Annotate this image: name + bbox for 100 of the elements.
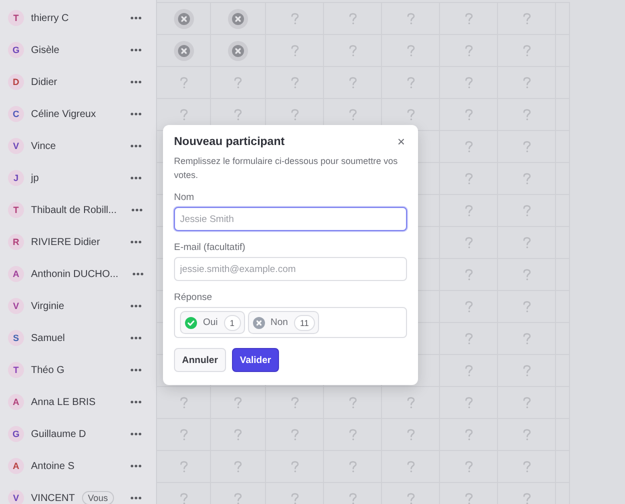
question-icon bbox=[522, 204, 530, 216]
avatar: V bbox=[8, 490, 24, 504]
question-icon bbox=[464, 300, 472, 312]
question-icon bbox=[180, 460, 188, 472]
more-icon[interactable] bbox=[130, 336, 142, 340]
more-icon[interactable] bbox=[132, 272, 144, 276]
field-label: Nom bbox=[174, 192, 196, 203]
more-icon[interactable] bbox=[130, 208, 143, 212]
more-icon[interactable] bbox=[130, 432, 142, 436]
participant-name: Gisèle bbox=[31, 44, 60, 56]
vote-count: 1 bbox=[224, 314, 241, 330]
question-icon bbox=[406, 44, 414, 56]
question-icon bbox=[464, 108, 472, 120]
no-vote-icon bbox=[174, 40, 194, 60]
participant-name: VINCENT bbox=[31, 492, 75, 504]
question-icon bbox=[464, 44, 472, 56]
question-icon bbox=[522, 396, 530, 408]
avatar: T bbox=[8, 10, 24, 26]
question-icon bbox=[180, 428, 188, 440]
dialog-description: Remplissez le formulaire ci-dessous pour soumettre vos votes. bbox=[174, 155, 399, 182]
question-icon bbox=[180, 108, 188, 120]
name-field[interactable]: Jessie Smith bbox=[174, 207, 407, 231]
question-icon bbox=[290, 460, 298, 472]
question-icon bbox=[290, 76, 298, 88]
question-icon bbox=[180, 396, 188, 408]
avatar: A bbox=[8, 394, 24, 410]
question-icon bbox=[522, 428, 530, 440]
question-icon bbox=[406, 460, 414, 472]
more-icon[interactable] bbox=[130, 496, 142, 500]
participant-name: RIVIERE Didier bbox=[31, 236, 100, 248]
question-icon bbox=[348, 108, 356, 120]
you-badge: Vous bbox=[82, 491, 114, 504]
question-icon bbox=[522, 364, 530, 376]
check-icon bbox=[185, 316, 197, 328]
question-icon bbox=[522, 12, 530, 24]
more-icon[interactable] bbox=[130, 176, 142, 180]
question-icon bbox=[464, 172, 472, 184]
question-icon bbox=[290, 428, 298, 440]
question-icon bbox=[522, 492, 530, 504]
participant-name: Vince bbox=[31, 140, 56, 152]
more-icon[interactable] bbox=[130, 304, 142, 308]
participant-name: Samuel bbox=[31, 332, 65, 344]
chip-label: Oui bbox=[203, 317, 218, 328]
question-icon bbox=[180, 76, 188, 88]
question-icon bbox=[348, 460, 356, 472]
avatar: A bbox=[8, 458, 24, 474]
email-field[interactable]: jessie.smith@example.com bbox=[174, 257, 407, 281]
more-icon[interactable] bbox=[130, 16, 142, 20]
participant-name: Didier bbox=[31, 76, 58, 88]
question-icon bbox=[348, 44, 356, 56]
question-icon bbox=[290, 492, 298, 504]
avatar: V bbox=[8, 298, 24, 314]
avatar: G bbox=[8, 426, 24, 442]
no-vote-icon bbox=[228, 8, 248, 28]
more-icon[interactable] bbox=[130, 368, 142, 372]
avatar: J bbox=[8, 170, 24, 186]
question-icon bbox=[522, 76, 530, 88]
question-icon bbox=[464, 428, 472, 440]
question-icon bbox=[290, 44, 298, 56]
avatar: T bbox=[8, 202, 24, 218]
more-icon[interactable] bbox=[130, 464, 142, 468]
question-icon bbox=[464, 140, 472, 152]
cancel-button[interactable]: Annuler bbox=[174, 348, 226, 372]
question-icon bbox=[522, 460, 530, 472]
question-icon bbox=[234, 460, 242, 472]
vote-count: 11 bbox=[294, 314, 315, 330]
more-icon[interactable] bbox=[130, 144, 142, 148]
avatar: G bbox=[8, 42, 24, 58]
participant-name: Céline Vigreux bbox=[31, 108, 96, 120]
question-icon bbox=[234, 492, 242, 504]
submit-button[interactable]: Valider bbox=[232, 348, 280, 372]
more-icon[interactable] bbox=[130, 48, 142, 52]
question-icon bbox=[290, 396, 298, 408]
question-icon bbox=[406, 492, 414, 504]
question-icon bbox=[464, 492, 472, 504]
more-icon[interactable] bbox=[130, 112, 142, 116]
question-icon bbox=[464, 76, 472, 88]
more-icon[interactable] bbox=[130, 400, 142, 404]
avatar: D bbox=[8, 74, 24, 90]
question-icon bbox=[234, 396, 242, 408]
participant-name: thierry C bbox=[31, 12, 69, 24]
question-icon bbox=[348, 76, 356, 88]
close-button[interactable]: × bbox=[395, 135, 407, 148]
question-icon bbox=[406, 76, 414, 88]
question-icon bbox=[464, 204, 472, 216]
dialog-title: Nouveau participant bbox=[174, 136, 285, 148]
question-icon bbox=[234, 428, 242, 440]
question-icon bbox=[180, 492, 188, 504]
avatar: A bbox=[8, 266, 24, 282]
question-icon bbox=[464, 236, 472, 248]
question-icon bbox=[406, 428, 414, 440]
cross-icon bbox=[252, 316, 265, 328]
participant-name: Virginie bbox=[31, 300, 64, 312]
more-icon[interactable] bbox=[130, 240, 142, 244]
participant-name: Anna LE BRIS bbox=[31, 396, 96, 408]
participant-name: Thibault de Robill... bbox=[31, 204, 117, 216]
response-chip[interactable]: Non 11 bbox=[248, 311, 319, 334]
more-icon[interactable] bbox=[130, 80, 142, 84]
response-chip[interactable]: Oui 1 bbox=[180, 311, 245, 334]
avatar: S bbox=[8, 330, 24, 346]
